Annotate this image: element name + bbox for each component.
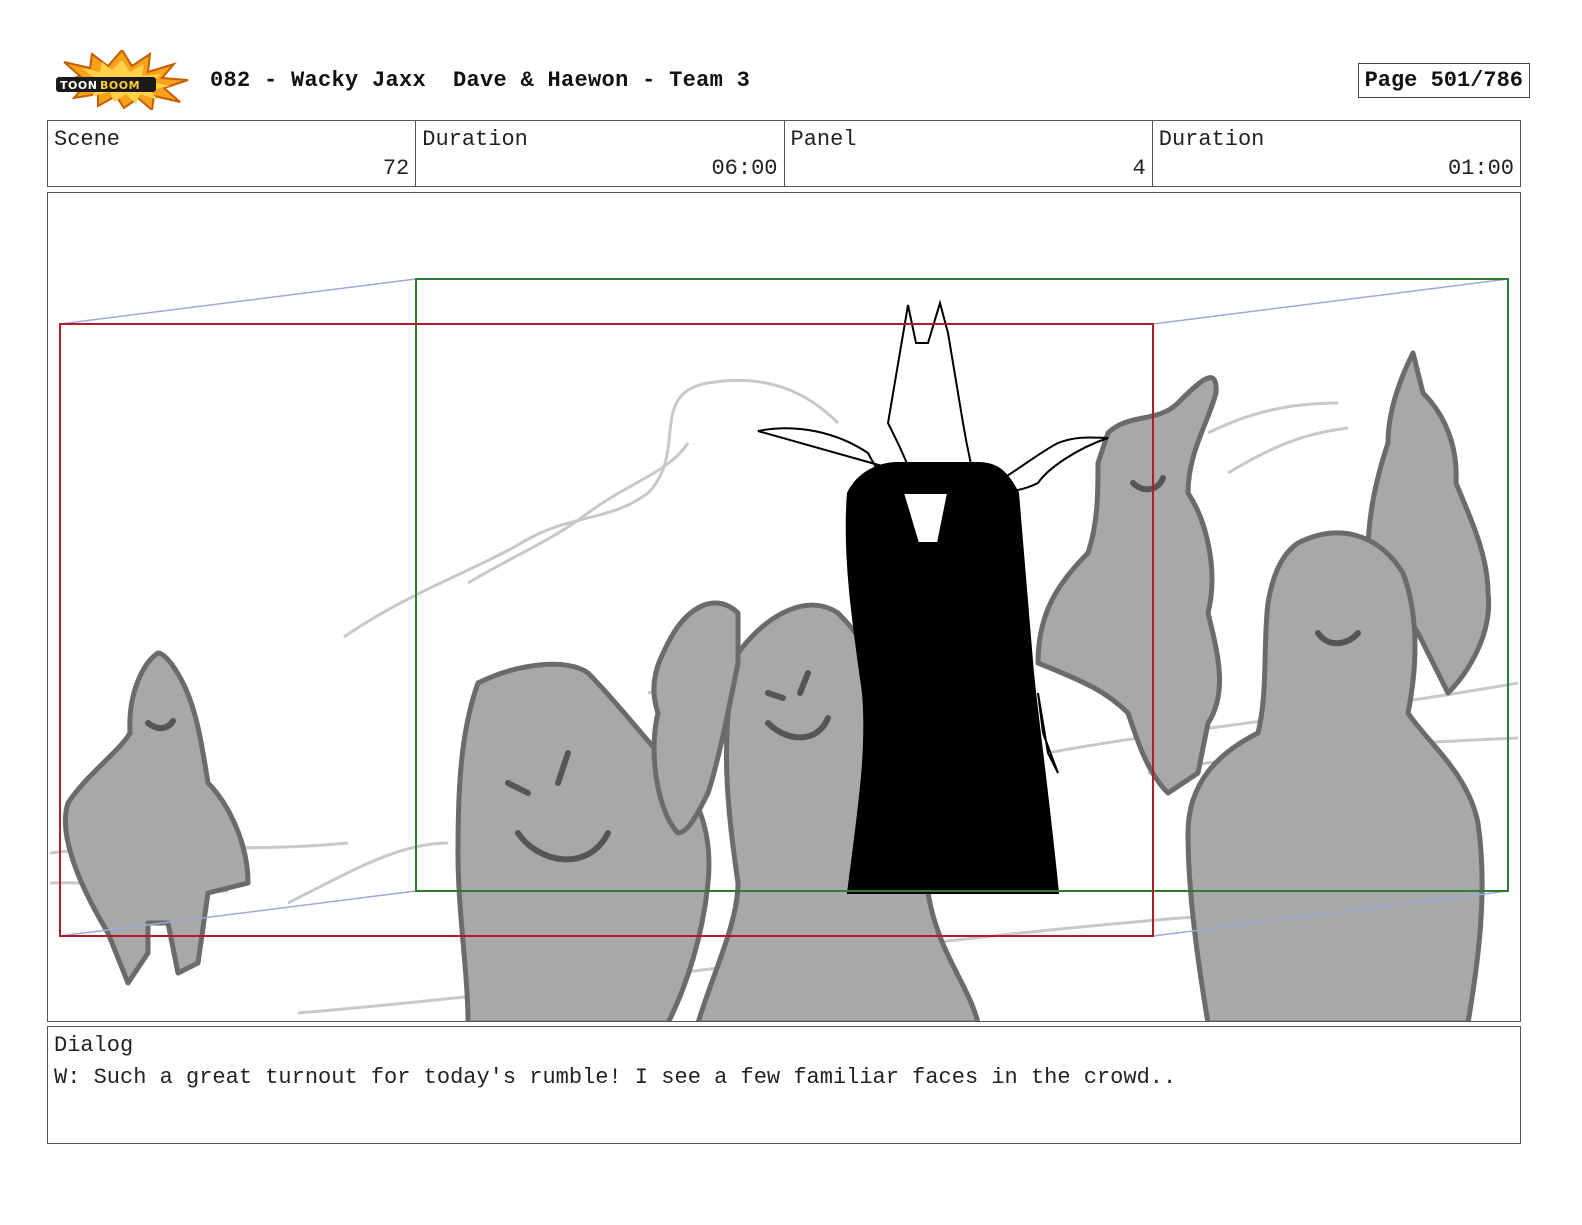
document-title: 082 - Wacky Jaxx Dave & Haewon - Team 3 bbox=[210, 68, 751, 93]
dialog-text: W: Such a great turnout for today's rumb… bbox=[54, 1065, 1177, 1090]
scene-duration-cell: Duration 06:00 bbox=[416, 121, 785, 186]
storyboard-panel-image bbox=[47, 192, 1521, 1022]
dialog-box: Dialog W: Such a great turnout for today… bbox=[47, 1026, 1521, 1144]
scene-cell: Scene 72 bbox=[48, 121, 417, 186]
panel-value: 4 bbox=[1132, 156, 1146, 181]
svg-text:TOON: TOON bbox=[60, 79, 97, 92]
page-number: Page 501/786 bbox=[1357, 63, 1530, 98]
scene-duration-value: 06:00 bbox=[711, 156, 778, 181]
panel-label: Panel bbox=[790, 127, 857, 152]
scene-info-table: Scene 72 Duration 06:00 Panel 4 Duration… bbox=[47, 120, 1521, 187]
toonboom-logo: TOON BOOM bbox=[56, 50, 189, 110]
scene-value: 72 bbox=[382, 156, 410, 181]
scene-label: Scene bbox=[54, 127, 121, 152]
scene-duration-label: Duration bbox=[422, 127, 528, 152]
crowd-figures bbox=[62, 350, 1492, 1021]
panel-duration-label: Duration bbox=[1158, 127, 1265, 152]
svg-text:BOOM: BOOM bbox=[100, 79, 140, 92]
panel-duration-value: 01:00 bbox=[1447, 156, 1514, 181]
panel-cell: Panel 4 bbox=[785, 121, 1153, 186]
panel-duration-cell: Duration 01:00 bbox=[1153, 121, 1520, 186]
panel-drawing bbox=[49, 278, 1519, 1021]
storyboard-header: TOON BOOM 082 - Wacky Jaxx Dave & Haewon… bbox=[54, 50, 1530, 110]
dialog-label: Dialog bbox=[54, 1033, 134, 1058]
